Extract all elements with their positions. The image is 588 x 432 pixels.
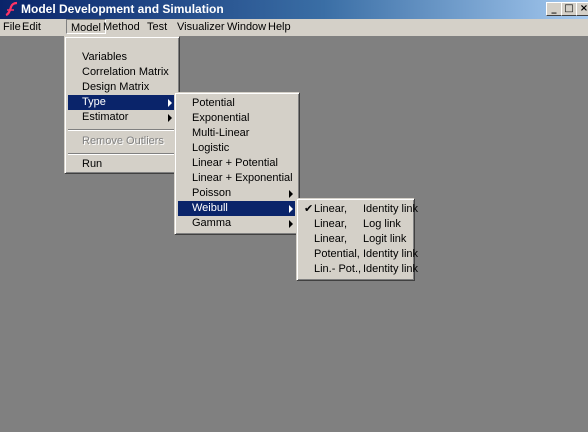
menu-item-label: Linear, bbox=[314, 218, 348, 230]
menu-item-poisson[interactable]: Poisson bbox=[178, 186, 295, 201]
maximize-button[interactable]: □ bbox=[561, 2, 577, 16]
menu-file[interactable]: File bbox=[3, 21, 21, 33]
menu-item-remove-outliers: Remove Outliers bbox=[68, 134, 175, 149]
submenu-arrow-icon bbox=[168, 114, 172, 122]
menu-method[interactable]: Method bbox=[103, 21, 140, 33]
menu-item-run[interactable]: Run bbox=[68, 157, 175, 172]
menu-item-weibull[interactable]: Weibull bbox=[178, 201, 295, 216]
menu-item-link-label: Identity link bbox=[363, 248, 419, 260]
menu-item-potential[interactable]: Potential bbox=[178, 96, 295, 111]
menu-item-linear-log-link[interactable]: Linear, Log link bbox=[300, 217, 410, 232]
menu-item-label: Potential, bbox=[314, 248, 360, 260]
app-window: Model Development and Simulation _ □ × F… bbox=[0, 0, 588, 432]
menu-item-label: Gamma bbox=[192, 217, 232, 229]
submenu-arrow-icon bbox=[289, 190, 293, 198]
menu-item-label: Linear + Exponential bbox=[192, 172, 293, 184]
menu-item-label: Variables bbox=[82, 51, 128, 63]
menu-item-design-matrix[interactable]: Design Matrix bbox=[68, 80, 175, 95]
menu-item-link-label: Log link bbox=[363, 218, 401, 230]
menu-bar: File Edit Model Method Test Visualizer W… bbox=[0, 19, 588, 36]
menu-item-label: Potential bbox=[192, 97, 235, 109]
weibull-submenu: ✔ Linear, Identity link Linear, Log link… bbox=[296, 198, 418, 281]
menu-item-linear-logit-link[interactable]: Linear, Logit link bbox=[300, 232, 410, 247]
menu-item-label: Design Matrix bbox=[82, 81, 150, 93]
check-icon: ✔ bbox=[304, 203, 314, 215]
menu-separator bbox=[68, 153, 175, 155]
menu-item-label: Weibull bbox=[192, 202, 228, 214]
menu-item-multi-linear[interactable]: Multi-Linear bbox=[178, 126, 295, 141]
menu-item-link-label: Identity link bbox=[363, 203, 419, 215]
menu-item-exponential[interactable]: Exponential bbox=[178, 111, 295, 126]
menu-item-label: Estimator bbox=[82, 111, 129, 123]
menu-item-estimator[interactable]: Estimator bbox=[68, 110, 175, 125]
menu-item-linear-exponential[interactable]: Linear + Exponential bbox=[178, 171, 295, 186]
close-button[interactable]: × bbox=[576, 2, 588, 16]
menu-help[interactable]: Help bbox=[268, 21, 291, 33]
menu-item-linear-identity-link[interactable]: ✔ Linear, Identity link bbox=[300, 202, 418, 217]
menu-item-label: Lin.- Pot., bbox=[314, 263, 362, 275]
menu-model[interactable]: Model bbox=[66, 19, 106, 34]
menu-item-potential-identity-link[interactable]: Potential, Identity link bbox=[300, 247, 418, 262]
menu-item-link-label: Logit link bbox=[363, 233, 407, 245]
menu-test[interactable]: Test bbox=[147, 21, 167, 33]
window-title: Model Development and Simulation bbox=[21, 2, 224, 16]
menu-item-label: Linear + Potential bbox=[192, 157, 278, 169]
menu-item-label: Correlation Matrix bbox=[82, 66, 169, 78]
menu-item-label: Remove Outliers bbox=[82, 135, 164, 147]
menu-item-label: Exponential bbox=[192, 112, 250, 124]
type-submenu: Potential Exponential Multi-Linear Logis… bbox=[174, 92, 300, 235]
menu-item-variables[interactable]: Variables bbox=[68, 50, 175, 65]
menu-item-linear-potential[interactable]: Linear + Potential bbox=[178, 156, 295, 171]
submenu-arrow-icon bbox=[289, 205, 293, 213]
menu-item-label: Linear, bbox=[314, 233, 348, 245]
menu-item-type[interactable]: Type bbox=[68, 95, 175, 110]
menu-item-label: Poisson bbox=[192, 187, 232, 199]
menu-edit[interactable]: Edit bbox=[22, 21, 41, 33]
menu-item-lin-pot-identity-link[interactable]: Lin.- Pot., Identity link bbox=[300, 262, 418, 277]
menu-window[interactable]: Window bbox=[227, 21, 266, 33]
minimize-button[interactable]: _ bbox=[546, 2, 562, 16]
menu-item-label: Type bbox=[82, 96, 106, 108]
menu-item-label: Logistic bbox=[192, 142, 230, 154]
model-menu: Variables Correlation Matrix Design Matr… bbox=[64, 36, 180, 174]
menu-item-label: Linear, bbox=[314, 203, 348, 215]
menu-item-label: Multi-Linear bbox=[192, 127, 250, 139]
menu-item-gamma[interactable]: Gamma bbox=[178, 216, 295, 231]
menu-item-label: Run bbox=[82, 158, 103, 170]
menu-item-logistic[interactable]: Logistic bbox=[178, 141, 295, 156]
menu-visualizer[interactable]: Visualizer bbox=[177, 21, 225, 33]
app-logo-icon bbox=[5, 1, 18, 17]
submenu-arrow-icon bbox=[289, 220, 293, 228]
submenu-arrow-icon bbox=[168, 99, 172, 107]
menu-item-link-label: Identity link bbox=[363, 263, 419, 275]
menu-separator bbox=[68, 129, 175, 131]
title-bar[interactable]: Model Development and Simulation _ □ × bbox=[0, 0, 588, 19]
menu-item-correlation-matrix[interactable]: Correlation Matrix bbox=[68, 65, 175, 80]
